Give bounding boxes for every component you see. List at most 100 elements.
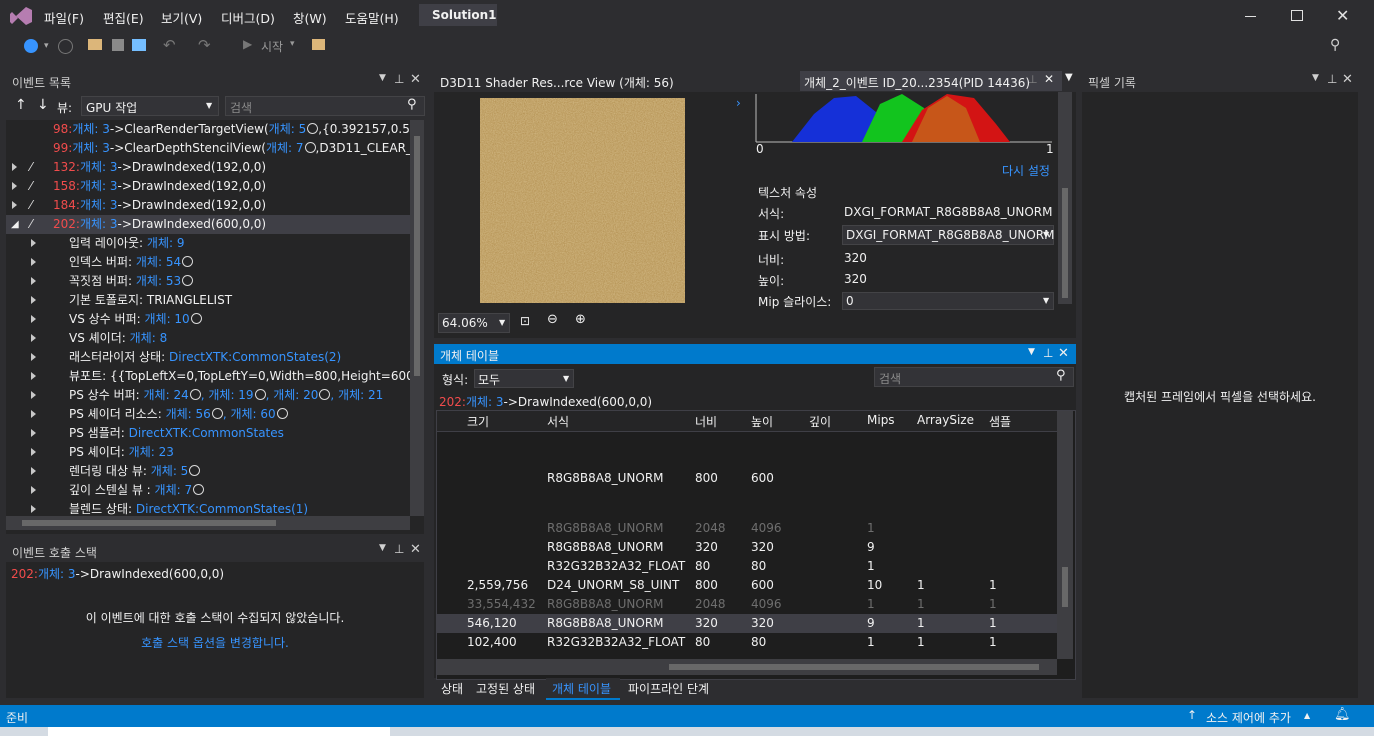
child-link[interactable]: 개체: 56 — [166, 407, 211, 421]
child-link[interactable]: 개체: 7 — [155, 483, 193, 497]
zoom-select[interactable]: 64.06% ▼ — [438, 313, 510, 333]
undo-icon[interactable]: ↶ — [163, 36, 176, 54]
child-link[interactable]: , 개체: 20 — [266, 388, 319, 402]
event-search-input[interactable]: 검색 ⚲ — [225, 96, 425, 116]
open-folder-icon[interactable] — [88, 39, 102, 50]
child-topology[interactable]: 기본 토폴로지: TRIANGLELIST — [6, 291, 410, 310]
solution-explorer-icon[interactable] — [312, 39, 325, 50]
child-ps-shader[interactable]: PS 셰이더: 개체: 23 — [6, 443, 410, 462]
expand-arrow-icon[interactable] — [31, 258, 36, 266]
column-header-size[interactable]: 크기 — [467, 413, 489, 430]
taskbar-search-box[interactable] — [48, 727, 390, 736]
collapse-arrow-icon[interactable]: ◢ — [11, 215, 19, 234]
close-icon[interactable]: ✕ — [1342, 72, 1353, 87]
expand-arrow-icon[interactable] — [31, 391, 36, 399]
event-arg-link[interactable]: 개체: 5 — [269, 122, 307, 136]
tab-object-table[interactable]: 개체 테이블 — [546, 678, 620, 700]
child-link[interactable]: , 개체: 19 — [201, 388, 254, 402]
expand-arrow-icon[interactable] — [31, 429, 36, 437]
child-vs-shader[interactable]: VS 셰이더: 개체: 8 — [6, 329, 410, 348]
column-header-depth[interactable]: 깊이 — [809, 413, 831, 430]
table-row[interactable]: R32G32B32A32_FLOAT 80 80 1 — [437, 557, 1057, 576]
event-row-132[interactable]: ⁄ 132:개체: 3->DrawIndexed(192,0,0) — [6, 158, 410, 177]
zoom-out-icon[interactable]: ⊖ — [547, 312, 558, 327]
add-to-source-control[interactable]: 소스 제어에 추가 — [1206, 709, 1291, 726]
pin-icon[interactable]: ⊥ — [394, 542, 404, 556]
expand-arrow-icon[interactable] — [31, 353, 36, 361]
child-link[interactable]: 개체: 53 — [136, 274, 181, 288]
search-icon[interactable]: ⚲ — [1056, 368, 1066, 383]
expand-arrow-icon[interactable] — [31, 277, 36, 285]
scroll-thumb[interactable] — [22, 520, 276, 526]
child-vertex-buffer[interactable]: 꼭짓점 버퍼: 개체: 53 — [6, 272, 410, 291]
table-row[interactable]: 2,559,756 D24_UNORM_S8_UINT 800 600 10 1 1 — [437, 576, 1057, 595]
table-row[interactable]: 546,120 R8G8B8A8_UNORM 320 320 9 1 1 — [437, 614, 1057, 633]
restore-icon[interactable] — [1291, 10, 1303, 21]
tab-pinned-state[interactable]: 고정된 상태 — [476, 680, 535, 697]
panel-dropdown-icon[interactable]: ▼ — [1312, 73, 1319, 83]
child-ps-sampler[interactable]: PS 샘플러: DirectXTK:CommonStates — [6, 424, 410, 443]
child-link[interactable]: , 개체: 60 — [223, 407, 276, 421]
child-link[interactable]: 개체: 23 — [129, 445, 174, 459]
table-row[interactable]: R8G8B8A8_UNORM 320 320 9 — [437, 538, 1057, 557]
pin-icon[interactable]: ⊥ — [1028, 73, 1038, 86]
tab-capture-frame[interactable]: 개체_2_이벤트 ID_20...2354(PID 14436) ⊥ ✕ — [800, 71, 1062, 91]
child-ps-shader-resources[interactable]: PS 셰이더 리소스: 개체: 56 , 개체: 60 — [6, 405, 410, 424]
pin-icon[interactable]: ⊥ — [1327, 72, 1337, 86]
start-play-icon[interactable]: ▶ — [243, 37, 252, 51]
scroll-thumb[interactable] — [414, 136, 420, 376]
expand-arrow-icon[interactable] — [31, 467, 36, 475]
expand-arrow-icon[interactable] — [31, 239, 36, 247]
save-all-icon[interactable] — [132, 39, 146, 51]
table-search-input[interactable]: 검색 ⚲ — [874, 367, 1074, 387]
tab-shader-resource-view[interactable]: D3D11 Shader Res...rce View (개체: 56) — [440, 74, 674, 91]
column-header-width[interactable]: 너비 — [695, 413, 717, 430]
event-object-link[interactable]: 개체: 3 — [80, 198, 118, 212]
expand-arrow-icon[interactable] — [31, 296, 36, 304]
child-link[interactable]: DirectXTK:CommonStates(2) — [169, 350, 341, 364]
pin-icon[interactable]: ⊥ — [1043, 346, 1053, 360]
event-arg-link[interactable]: 개체: 7 — [266, 141, 304, 155]
child-link[interactable]: 개체: 5 — [151, 464, 189, 478]
child-link[interactable]: 개체: 8 — [130, 331, 168, 345]
expand-panel-chevron-icon[interactable]: › — [736, 96, 741, 110]
child-link[interactable]: , 개체: 21 — [330, 388, 383, 402]
display-as-select[interactable]: DXGI_FORMAT_R8G8B8A8_UNORM ▼ — [842, 225, 1054, 245]
table-format-select[interactable]: 모두 ▼ — [474, 369, 574, 388]
tab-overflow-icon[interactable]: ▼ — [1065, 72, 1073, 83]
expand-arrow-icon[interactable] — [31, 315, 36, 323]
panel-dropdown-icon[interactable]: ▼ — [1028, 347, 1035, 357]
child-render-target-view[interactable]: 렌더링 대상 뷰: 개체: 5 — [6, 462, 410, 481]
child-link[interactable]: 개체: 9 — [147, 236, 185, 250]
child-link[interactable]: 개체: 10 — [144, 312, 189, 326]
expand-arrow-icon[interactable] — [31, 448, 36, 456]
event-row-158[interactable]: ⁄ 158:개체: 3->DrawIndexed(192,0,0) — [6, 177, 410, 196]
child-link[interactable]: DirectXTK:CommonStates(1) — [136, 502, 308, 516]
start-dropdown-icon[interactable]: ▾ — [290, 39, 295, 49]
start-button[interactable]: 시작 — [261, 38, 283, 55]
properties-vscroll[interactable] — [1058, 92, 1072, 304]
event-list-hscroll[interactable] — [6, 516, 410, 530]
scroll-thumb[interactable] — [669, 664, 1039, 670]
event-row-202-selected[interactable]: ◢ ⁄ 202:개체: 3->DrawIndexed(600,0,0) — [6, 215, 410, 234]
child-input-layout[interactable]: 입력 레이아웃: 개체: 9 — [6, 234, 410, 253]
tab-pipeline-stages[interactable]: 파이프라인 단계 — [628, 680, 709, 697]
event-object-link[interactable]: 개체: 3 — [80, 217, 118, 231]
event-row-99[interactable]: 99:개체: 3->ClearDepthStencilView(개체: 7 ,D3… — [53, 139, 413, 158]
expand-arrow-icon[interactable] — [31, 334, 36, 342]
column-header-samples[interactable]: 샘플 — [989, 413, 1011, 430]
back-icon[interactable] — [24, 39, 38, 53]
event-object-link[interactable]: 개체: 3 — [466, 395, 504, 409]
expand-arrow-icon[interactable] — [12, 163, 17, 171]
chevron-up-icon[interactable]: ▲ — [1304, 711, 1310, 720]
menu-window[interactable]: 창(W) — [293, 8, 327, 27]
save-icon[interactable] — [112, 39, 124, 51]
search-icon[interactable]: ⚲ — [407, 97, 417, 112]
child-depth-stencil-view[interactable]: 깊이 스텐실 뷰 : 개체: 7 — [6, 481, 410, 500]
table-row[interactable]: R8G8B8A8_UNORM 800 600 — [437, 469, 1057, 488]
back-dropdown-icon[interactable]: ▾ — [44, 41, 49, 51]
scroll-thumb[interactable] — [1062, 188, 1068, 298]
expand-arrow-icon[interactable] — [31, 505, 36, 513]
close-icon[interactable]: ✕ — [1058, 346, 1069, 361]
scroll-thumb[interactable] — [1062, 567, 1068, 607]
